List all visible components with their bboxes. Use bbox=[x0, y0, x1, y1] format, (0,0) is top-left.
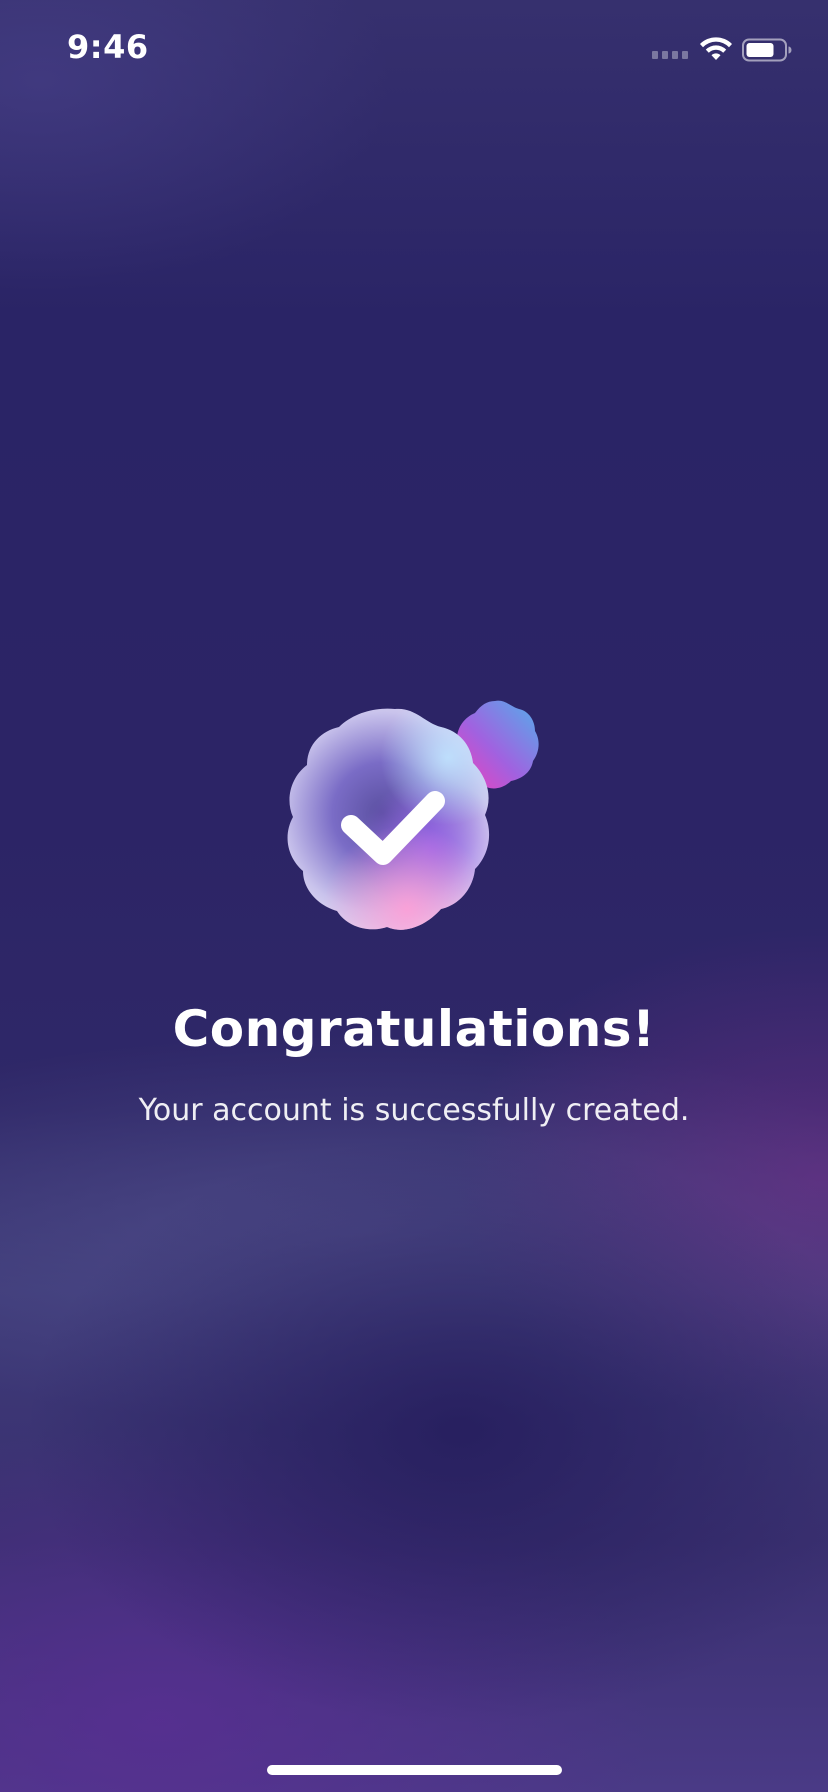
checkmark-badge-icon bbox=[287, 708, 490, 930]
home-indicator[interactable] bbox=[267, 1765, 562, 1775]
wifi-icon bbox=[700, 37, 732, 60]
status-bar: 9:46 bbox=[0, 0, 828, 100]
success-illustration bbox=[270, 695, 550, 945]
cellular-signal-icon bbox=[652, 51, 690, 61]
status-time: 9:46 bbox=[67, 28, 149, 66]
success-message: Your account is successfully created. bbox=[138, 1093, 690, 1128]
page-title: Congratulations! bbox=[172, 1000, 656, 1058]
battery-icon bbox=[742, 38, 792, 62]
